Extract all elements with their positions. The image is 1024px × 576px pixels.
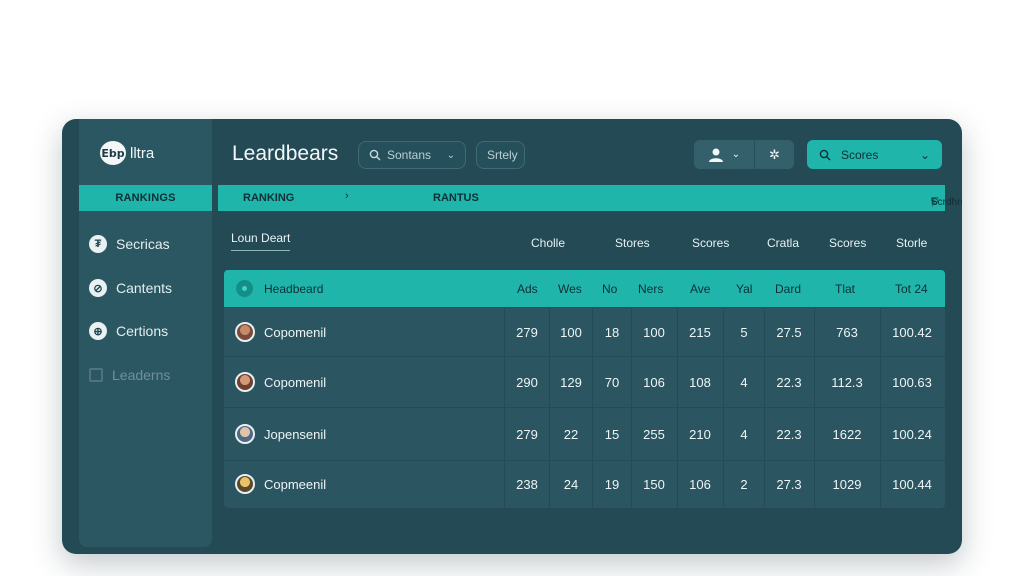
shield-icon: ⊕ [89,322,107,340]
table-cell: 22.3 [776,427,802,442]
table-cell: 100.24 [892,427,932,442]
app-window: Ebp lltra RANKINGS ₮ Secricas ⊘ Cantents… [62,119,962,554]
table-cell: 100.63 [892,375,932,390]
table-header: Headbeard Ads Wes No Ners Ave Yal Dard T… [224,270,945,307]
chevron-down-icon: ⌄ [919,147,930,162]
avatar [235,424,255,444]
chevron-down-icon: ⌄ [446,149,455,161]
sidebar-item-label: Leaderns [112,367,171,383]
player-name[interactable]: Copomenil [264,325,326,340]
table-cell: 27.5 [776,325,802,340]
filter-label: Srtely [487,148,518,162]
brand-logo[interactable]: Ebp lltra [100,141,154,165]
scores-label: Scores [841,147,879,162]
sidebar-item-leaderns[interactable]: Leaderns [89,364,170,386]
sidebar-item-label: Cantents [116,280,173,296]
link-icon: ⊘ [89,279,107,297]
table-cell: 27.3 [776,477,802,492]
leaderboard-table: Headbeard Ads Wes No Ners Ave Yal Dard T… [224,270,945,508]
user-controls: ⌄ ✲ [694,140,794,169]
table-row[interactable]: Copmeenil 238 24 19 150 106 2 27.3 1029 100.44 [224,460,945,508]
player-name[interactable]: Copmeenil [264,477,326,492]
tab-bar: RANKING › RANTUS ⛉ Scrdhrs | + [218,185,962,211]
player-name[interactable]: Jopensenil [264,427,326,442]
column-header[interactable]: Ave [690,282,710,296]
column-label: Stores [615,236,650,250]
table-cell: 763 [836,325,858,340]
column-header[interactable]: Ners [638,282,663,296]
dollar-icon: ₮ [89,235,107,253]
sidebar-item-label: Secricas [116,236,170,252]
chevron-right-icon: › [345,190,349,202]
column-label: Cholle [531,236,566,250]
search-label: Sontans [387,148,432,162]
player-name[interactable]: Copomenil [264,375,326,390]
scores-dropdown[interactable]: Scores ⌄ [807,140,942,169]
table-row[interactable]: Copomenil 279 100 18 100 215 5 27.5 763 100.42 [224,307,945,356]
brand-name: lltra [130,144,155,162]
column-header[interactable]: Headbeard [264,282,323,296]
search-icon [819,149,831,160]
column-header[interactable]: Dard [775,282,801,296]
user-menu-button[interactable]: ⌄ [694,140,754,169]
search-dropdown[interactable]: Sontans ⌄ [358,141,466,169]
column-header[interactable]: Yal [736,282,752,296]
radio-icon[interactable] [236,280,253,297]
settings-button[interactable]: ✲ [754,140,794,169]
column-header[interactable]: Tot 24 [895,282,928,296]
sidebar-item-secricas[interactable]: ₮ Secricas [89,233,170,255]
sidebar-item-label: Certions [116,323,169,339]
page-title: Leardbears [232,142,339,165]
avatar [235,322,255,342]
grid-icon [89,368,103,382]
column-header[interactable]: Tlat [835,282,855,296]
table-cell: 1029 [832,477,862,492]
table-cell: 22.3 [776,375,802,390]
table-row[interactable]: Jopensenil 279 22 15 255 210 4 22.3 1622 100.24 [224,407,945,460]
column-label: Scores [829,236,867,250]
table-cell: 112.3 [831,375,863,390]
chevron-down-icon: ⌄ [731,149,741,160]
tab-ranking[interactable]: RANKING [243,192,294,204]
section-subtitle: Loun Deart [231,231,291,251]
search-icon [369,149,381,161]
sparkle-icon: ✲ [769,146,780,162]
tab-rantus[interactable]: RANTUS [433,192,479,204]
column-label: Cratla [767,236,800,250]
sidebar-item-certions[interactable]: ⊕ Certions [89,320,168,342]
table-cell: 1622 [832,427,862,442]
table-cell: 100.44 [892,477,932,492]
sidebar-header: RANKINGS [79,185,212,211]
brand-badge: Ebp [100,141,126,165]
sidebar-item-cantents[interactable]: ⊘ Cantents [89,277,172,299]
table-row[interactable]: Copomenil 290 129 70 106 108 4 22.3 112.3 100.63 [224,356,945,407]
table-cell: 100.42 [892,325,932,340]
add-button[interactable]: + [931,197,937,208]
column-label: Scores [692,236,730,250]
column-header[interactable]: Ads [517,282,538,296]
user-icon [708,148,723,162]
avatar [235,474,255,494]
column-header[interactable]: No [602,282,617,296]
column-label: Storle [896,236,928,250]
avatar [235,372,255,392]
filter-button[interactable]: Srtely [476,141,525,169]
column-header[interactable]: Wes [558,282,582,296]
